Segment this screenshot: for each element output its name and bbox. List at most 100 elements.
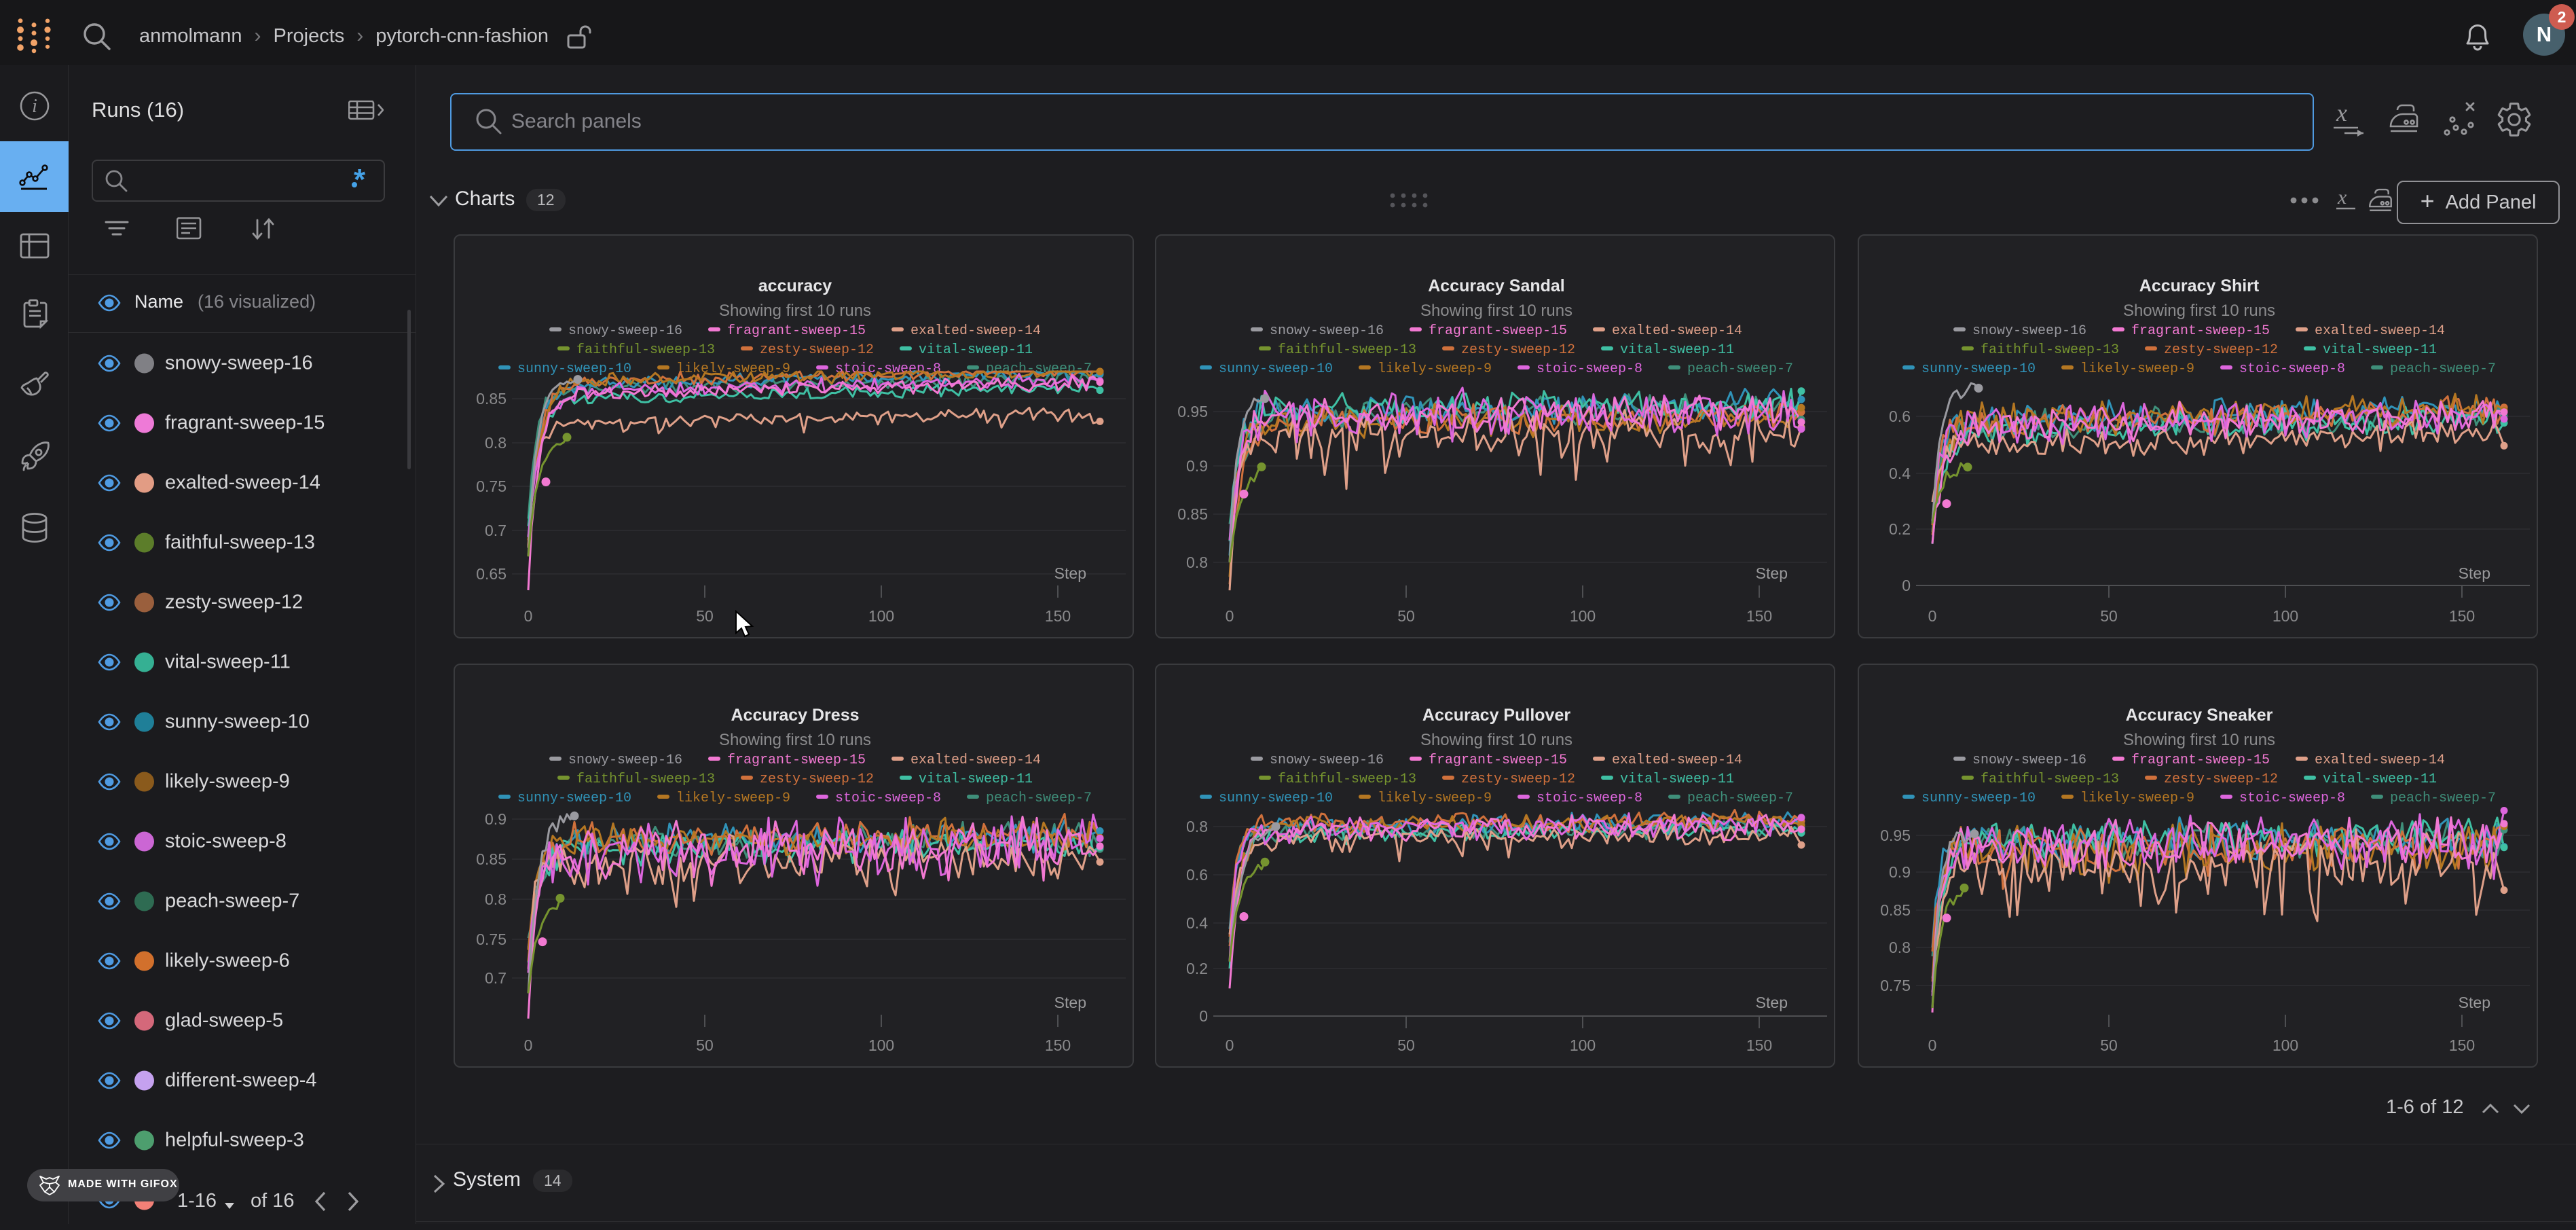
svg-text:vital-sweep-11: vital-sweep-11: [919, 772, 1033, 787]
svg-text:0.8: 0.8: [1889, 939, 1911, 956]
svg-text:vital-sweep-11: vital-sweep-11: [2323, 342, 2437, 358]
svg-text:Showing first 10 runs: Showing first 10 runs: [719, 731, 871, 749]
svg-text:faithful-sweep-13: faithful-sweep-13: [1981, 342, 2119, 358]
svg-text:0: 0: [1928, 607, 1937, 625]
svg-text:Showing first 10 runs: Showing first 10 runs: [2123, 302, 2275, 320]
svg-text:stoic-sweep-8: stoic-sweep-8: [1537, 361, 1642, 377]
svg-text:0.9: 0.9: [1186, 457, 1208, 475]
svg-text:exalted-sweep-14: exalted-sweep-14: [910, 323, 1041, 339]
svg-text:150: 150: [2449, 1036, 2475, 1054]
svg-text:0.9: 0.9: [1889, 863, 1911, 881]
svg-text:50: 50: [696, 1036, 714, 1054]
svg-text:Step: Step: [1054, 564, 1086, 582]
svg-text:x: x: [2336, 101, 2347, 126]
svg-text:fragrant-sweep-15: fragrant-sweep-15: [2131, 753, 2270, 768]
svg-text:50: 50: [2100, 1036, 2118, 1054]
svg-text:peach-sweep-7: peach-sweep-7: [2390, 791, 2496, 806]
svg-text:exalted-sweep-14: exalted-sweep-14: [1612, 753, 1742, 768]
svg-text:i: i: [32, 96, 37, 117]
svg-text:Accuracy Pullover: Accuracy Pullover: [1422, 706, 1570, 725]
svg-text:0.85: 0.85: [1880, 901, 1911, 919]
svg-text:vital-sweep-11: vital-sweep-11: [1620, 342, 1734, 358]
svg-text:sunny-sweep-10: sunny-sweep-10: [1921, 361, 2036, 377]
svg-text:0.2: 0.2: [1889, 520, 1911, 538]
svg-text:0: 0: [524, 1036, 533, 1054]
svg-text:Accuracy Sandal: Accuracy Sandal: [1428, 276, 1565, 295]
svg-text:fragrant-sweep-15: fragrant-sweep-15: [1429, 323, 1567, 339]
svg-text:Step: Step: [1756, 564, 1788, 582]
svg-text:faithful-sweep-13: faithful-sweep-13: [1981, 772, 2119, 787]
svg-text:0: 0: [1199, 1007, 1208, 1025]
svg-text:0.6: 0.6: [1186, 866, 1208, 884]
svg-text:zesty-sweep-12: zesty-sweep-12: [1461, 772, 1575, 787]
svg-text:fragrant-sweep-15: fragrant-sweep-15: [727, 753, 866, 768]
svg-text:zesty-sweep-12: zesty-sweep-12: [760, 772, 874, 787]
svg-text:Step: Step: [2459, 564, 2490, 582]
svg-text:0.2: 0.2: [1186, 960, 1208, 977]
svg-text:150: 150: [1045, 1036, 1071, 1054]
svg-text:peach-sweep-7: peach-sweep-7: [2390, 361, 2496, 377]
svg-text:sunny-sweep-10: sunny-sweep-10: [1219, 361, 1333, 377]
svg-text:likely-sweep-9: likely-sweep-9: [2080, 791, 2194, 806]
svg-text:vital-sweep-11: vital-sweep-11: [1620, 772, 1734, 787]
svg-text:0.7: 0.7: [485, 969, 507, 987]
svg-text:0.95: 0.95: [1880, 827, 1911, 844]
svg-text:0: 0: [1902, 577, 1911, 594]
svg-text:0.75: 0.75: [476, 477, 507, 495]
svg-text:0.85: 0.85: [1177, 505, 1208, 523]
svg-text:50: 50: [1397, 607, 1415, 625]
svg-text:Accuracy Sneaker: Accuracy Sneaker: [2126, 706, 2273, 725]
svg-text:100: 100: [1570, 1036, 1596, 1054]
svg-text:Step: Step: [1054, 994, 1086, 1011]
svg-text:Accuracy Dress: Accuracy Dress: [731, 706, 859, 725]
svg-text:stoic-sweep-8: stoic-sweep-8: [2239, 791, 2345, 806]
svg-text:exalted-sweep-14: exalted-sweep-14: [2315, 753, 2445, 768]
svg-text:0.85: 0.85: [476, 850, 507, 868]
svg-text:Showing first 10 runs: Showing first 10 runs: [719, 302, 871, 320]
svg-text:0.6: 0.6: [1889, 408, 1911, 425]
svg-text:Showing first 10 runs: Showing first 10 runs: [1420, 302, 1572, 320]
svg-text:faithful-sweep-13: faithful-sweep-13: [576, 772, 715, 787]
svg-text:150: 150: [2449, 607, 2475, 625]
svg-text:zesty-sweep-12: zesty-sweep-12: [760, 342, 874, 358]
svg-text:likely-sweep-9: likely-sweep-9: [2080, 361, 2194, 377]
svg-text:0: 0: [1226, 607, 1234, 625]
svg-text:likely-sweep-9: likely-sweep-9: [1378, 791, 1492, 806]
svg-text:0.8: 0.8: [1186, 818, 1208, 835]
svg-text:100: 100: [2273, 607, 2298, 625]
svg-text:0.65: 0.65: [476, 565, 507, 583]
svg-text:0.85: 0.85: [476, 390, 507, 408]
svg-text:100: 100: [868, 1036, 894, 1054]
svg-text:exalted-sweep-14: exalted-sweep-14: [910, 753, 1041, 768]
svg-text:50: 50: [1397, 1036, 1415, 1054]
svg-text:peach-sweep-7: peach-sweep-7: [1687, 361, 1793, 377]
svg-text:0.7: 0.7: [485, 522, 507, 539]
svg-text:Step: Step: [1756, 994, 1788, 1011]
svg-text:snowy-sweep-16: snowy-sweep-16: [568, 323, 682, 339]
svg-text:snowy-sweep-16: snowy-sweep-16: [1270, 323, 1384, 339]
svg-text:Accuracy Shirt: Accuracy Shirt: [2139, 276, 2260, 295]
svg-text:stoic-sweep-8: stoic-sweep-8: [2239, 361, 2345, 377]
svg-text:vital-sweep-11: vital-sweep-11: [2323, 772, 2437, 787]
svg-text:sunny-sweep-10: sunny-sweep-10: [1219, 791, 1333, 806]
svg-text:0.8: 0.8: [485, 890, 507, 908]
svg-text:likely-sweep-9: likely-sweep-9: [676, 791, 790, 806]
svg-text:x: x: [2337, 186, 2347, 209]
svg-text:snowy-sweep-16: snowy-sweep-16: [1972, 753, 2086, 768]
svg-text:faithful-sweep-13: faithful-sweep-13: [1278, 772, 1416, 787]
svg-text:snowy-sweep-16: snowy-sweep-16: [1972, 323, 2086, 339]
svg-text:zesty-sweep-12: zesty-sweep-12: [2164, 342, 2278, 358]
svg-text:fragrant-sweep-15: fragrant-sweep-15: [2131, 323, 2270, 339]
svg-text:peach-sweep-7: peach-sweep-7: [986, 791, 1092, 806]
svg-text:0.95: 0.95: [1177, 403, 1208, 420]
svg-text:0.4: 0.4: [1889, 465, 1911, 482]
svg-text:0.8: 0.8: [485, 434, 507, 452]
svg-text:Showing first 10 runs: Showing first 10 runs: [2123, 731, 2275, 749]
svg-text:zesty-sweep-12: zesty-sweep-12: [1461, 342, 1575, 358]
svg-text:fragrant-sweep-15: fragrant-sweep-15: [1429, 753, 1567, 768]
svg-text:peach-sweep-7: peach-sweep-7: [1687, 791, 1793, 806]
svg-text:0: 0: [1226, 1036, 1234, 1054]
svg-text:snowy-sweep-16: snowy-sweep-16: [568, 753, 682, 768]
svg-text:accuracy: accuracy: [758, 276, 832, 295]
svg-text:50: 50: [2100, 607, 2118, 625]
